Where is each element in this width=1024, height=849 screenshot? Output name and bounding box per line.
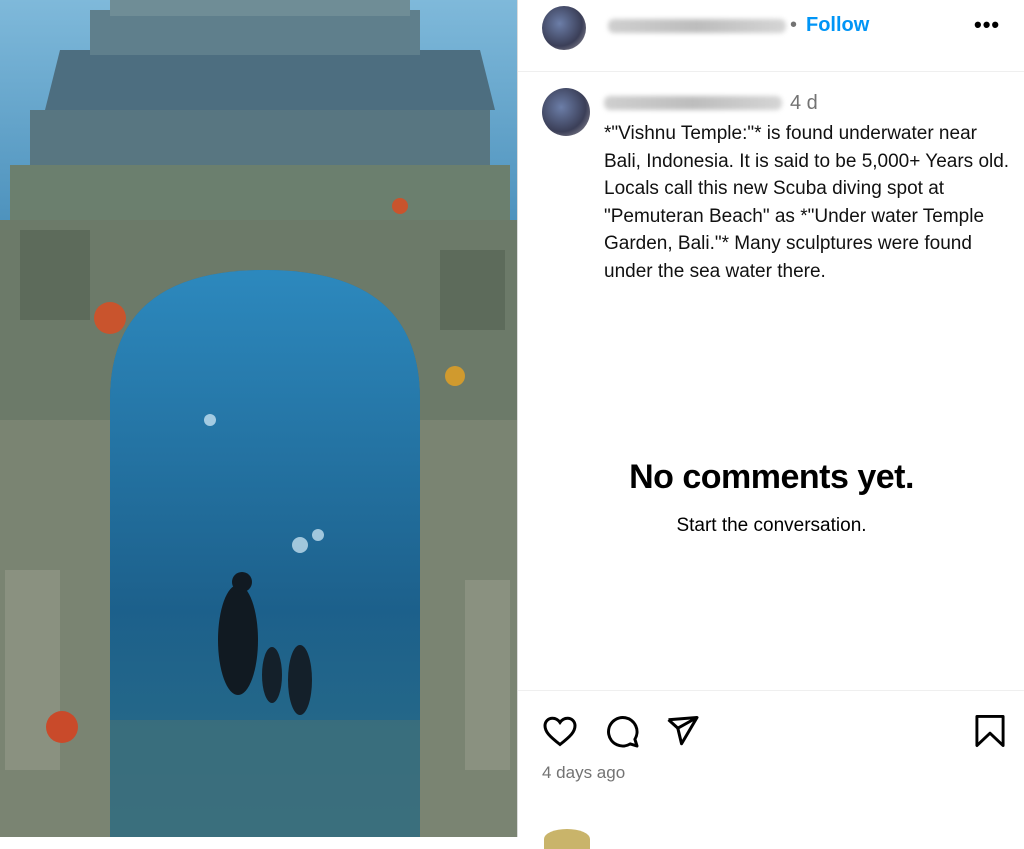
caption-author-username-blurred[interactable] <box>604 96 782 110</box>
caption-author-avatar[interactable] <box>542 88 590 136</box>
underwater-temple-illustration <box>0 0 517 837</box>
more-options-icon[interactable]: ••• <box>974 12 1000 38</box>
post-timestamp[interactable]: 4 days ago <box>542 763 625 783</box>
post-details-panel: • Follow ••• 4 d *"Vishnu Temple:"* is f… <box>517 0 1024 849</box>
share-icon[interactable] <box>664 713 700 754</box>
post-header: • Follow ••• <box>518 0 1024 72</box>
heart-icon[interactable] <box>542 713 578 754</box>
empty-comments-title: No comments yet. <box>629 458 914 496</box>
empty-comments-subtitle: Start the conversation. <box>676 515 867 536</box>
author-username-blurred[interactable] <box>608 19 786 33</box>
comment-input-avatar <box>544 829 590 849</box>
separator-dot: • <box>790 14 798 36</box>
post-image[interactable] <box>0 0 517 837</box>
author-avatar[interactable] <box>542 6 586 50</box>
bookmark-icon[interactable] <box>974 713 1006 754</box>
caption-age[interactable]: 4 d <box>790 92 818 115</box>
comment-icon[interactable] <box>604 713 640 754</box>
follow-button[interactable]: Follow <box>806 14 869 37</box>
action-bar: 4 days ago <box>518 690 1024 849</box>
caption-text: *"Vishnu Temple:"* is found underwater n… <box>604 123 1010 282</box>
